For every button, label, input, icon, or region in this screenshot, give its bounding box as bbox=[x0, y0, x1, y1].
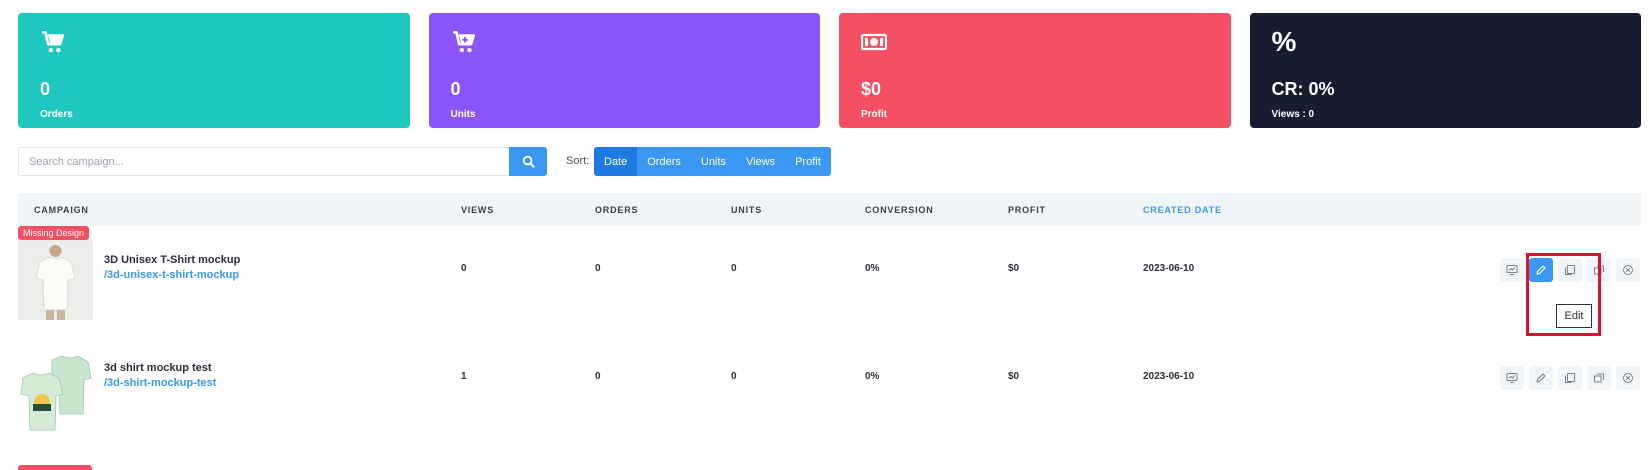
close-circle-icon bbox=[1623, 373, 1633, 383]
units-card: 0 Units bbox=[428, 13, 820, 128]
tshirt-mockup-image bbox=[18, 240, 93, 320]
campaign-name[interactable]: 3d shirt mockup test bbox=[104, 362, 212, 374]
orders-value: 0 bbox=[595, 371, 601, 382]
units-value: 0 bbox=[450, 79, 461, 99]
monitor-chart-icon bbox=[1506, 373, 1518, 383]
search-icon bbox=[522, 155, 535, 168]
header-orders[interactable]: ORDERS bbox=[595, 205, 638, 215]
views-value: 1 bbox=[461, 371, 467, 382]
orders-label: Orders bbox=[40, 109, 73, 120]
header-profit[interactable]: PROFIT bbox=[1008, 205, 1046, 215]
sort-options: Date Orders Units Views Profit bbox=[594, 147, 831, 176]
sort-label: Sort: bbox=[566, 155, 590, 167]
created-date-value: 2023-06-10 bbox=[1143, 371, 1195, 382]
delete-button[interactable] bbox=[1616, 258, 1640, 282]
campaign-thumbnail[interactable] bbox=[18, 354, 93, 434]
sort-units-button[interactable]: Units bbox=[690, 147, 736, 176]
sort-date-button[interactable]: Date bbox=[594, 147, 638, 176]
monitor-chart-icon bbox=[1506, 265, 1518, 275]
cart-plus-icon bbox=[452, 30, 475, 53]
next-row-badge bbox=[18, 465, 92, 470]
search-button[interactable] bbox=[509, 147, 547, 176]
conversion-value: 0% bbox=[865, 263, 880, 274]
copy-icon bbox=[1565, 373, 1575, 383]
created-date-value: 2023-06-10 bbox=[1143, 263, 1195, 274]
edit-tooltip: Edit bbox=[1556, 304, 1592, 328]
close-circle-icon bbox=[1623, 265, 1633, 275]
delete-button[interactable] bbox=[1616, 366, 1640, 390]
campaign-name[interactable]: 3D Unisex T-Shirt mockup bbox=[104, 254, 240, 266]
profit-value: $0 bbox=[1008, 371, 1020, 382]
table-row: Missing Design 3D Unisex T-Shirt mockup … bbox=[18, 226, 1641, 342]
units-label: Units bbox=[450, 109, 476, 120]
campaign-slug-link[interactable]: /3d-shirt-mockup-test bbox=[104, 377, 216, 389]
views-value: 0 bbox=[461, 263, 467, 274]
open-external-button[interactable] bbox=[1587, 366, 1611, 390]
header-units[interactable]: UNITS bbox=[731, 205, 762, 215]
percent-icon: % bbox=[1271, 26, 1297, 57]
sort-views-button[interactable]: Views bbox=[735, 147, 786, 176]
money-bill-icon bbox=[861, 33, 887, 51]
profit-card: $0 Profit bbox=[839, 13, 1231, 128]
sort-profit-button[interactable]: Profit bbox=[785, 147, 831, 176]
search-input[interactable] bbox=[18, 147, 509, 176]
header-created-date[interactable]: CREATED DATE bbox=[1143, 205, 1222, 215]
header-views[interactable]: VIEWS bbox=[461, 205, 494, 215]
units-value: 0 bbox=[731, 263, 737, 274]
window-restore-icon bbox=[1594, 373, 1604, 383]
pencil-icon bbox=[1536, 373, 1546, 383]
row-actions bbox=[1500, 366, 1640, 390]
orders-card: 0 Orders bbox=[18, 13, 410, 128]
views-label: Views : 0 bbox=[1271, 109, 1315, 120]
table-header: CAMPAIGN VIEWS ORDERS UNITS CONVERSION P… bbox=[18, 193, 1641, 226]
cr-value: CR: 0% bbox=[1271, 79, 1335, 99]
profit-value: $0 bbox=[861, 79, 882, 99]
edit-button[interactable] bbox=[1529, 366, 1553, 390]
profit-value: $0 bbox=[1008, 263, 1020, 274]
stats-button[interactable] bbox=[1500, 366, 1524, 390]
header-campaign[interactable]: CAMPAIGN bbox=[34, 205, 89, 215]
stats-button[interactable] bbox=[1500, 258, 1524, 282]
orders-value: 0 bbox=[40, 79, 51, 99]
cart-icon bbox=[42, 30, 65, 53]
conversion-value: 0% bbox=[865, 371, 880, 382]
stats-cards: 0 Orders 0 Units $0 Profit % CR: 0% View… bbox=[18, 13, 1641, 128]
tshirt-mockup-image bbox=[20, 355, 92, 431]
profit-label: Profit bbox=[861, 109, 888, 120]
units-value: 0 bbox=[731, 371, 737, 382]
sort-orders-button[interactable]: Orders bbox=[637, 147, 691, 176]
campaign-slug-link[interactable]: /3d-unisex-t-shirt-mockup bbox=[104, 269, 239, 281]
orders-value: 0 bbox=[595, 263, 601, 274]
campaign-thumbnail[interactable] bbox=[18, 240, 93, 320]
missing-design-badge: Missing Design bbox=[18, 226, 90, 240]
header-conversion[interactable]: CONVERSION bbox=[865, 205, 934, 215]
table-row: 3d shirt mockup test /3d-shirt-mockup-te… bbox=[18, 346, 1641, 456]
search-bar bbox=[18, 147, 547, 176]
conversion-card: % CR: 0% Views : 0 bbox=[1249, 13, 1641, 128]
duplicate-button[interactable] bbox=[1558, 366, 1582, 390]
